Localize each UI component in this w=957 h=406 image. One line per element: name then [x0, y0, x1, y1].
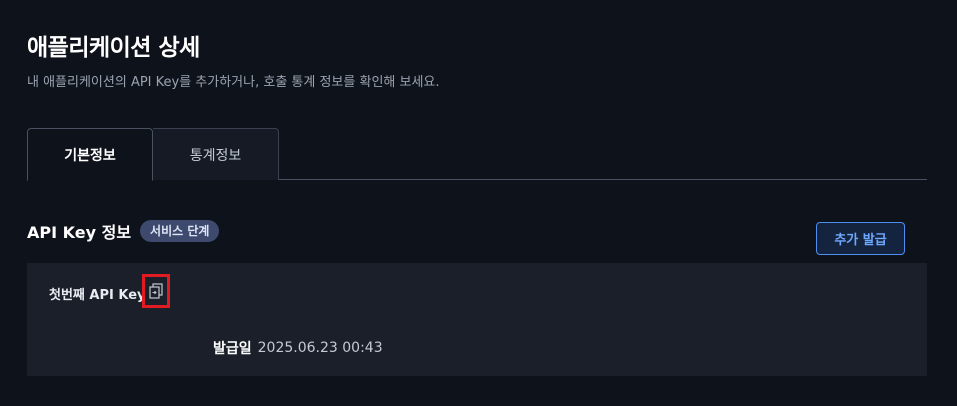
copy-icon[interactable]	[142, 274, 170, 308]
copy-icon-glyph	[149, 283, 163, 299]
api-key-card: 첫번째 API Key 발급일 2025.06.23 00:43	[27, 263, 927, 376]
issued-label: 발급일	[213, 341, 252, 357]
api-key-section-header: API Key 정보 서비스 단계	[27, 219, 220, 243]
issued-date: 2025.06.23 00:43	[257, 340, 383, 356]
add-issue-button[interactable]: 추가 발급	[816, 222, 905, 255]
issued-date-row: 발급일 2025.06.23 00:43	[213, 338, 383, 358]
key-name: 첫번째 API Key	[49, 288, 146, 303]
key-name-row: 첫번째 API Key	[49, 284, 146, 303]
tab-statistics[interactable]: 통계정보	[153, 128, 279, 180]
page-subtitle: 내 애플리케이션의 API Key를 추가하거나, 호출 통계 정보를 확인해 …	[27, 75, 440, 90]
status-badge: 서비스 단계	[140, 220, 220, 242]
tab-bar: 기본정보 통계정보	[27, 128, 927, 181]
page-title: 애플리케이션 상세	[27, 35, 200, 61]
section-title: API Key 정보	[27, 223, 132, 242]
tab-basic-info[interactable]: 기본정보	[27, 128, 153, 181]
